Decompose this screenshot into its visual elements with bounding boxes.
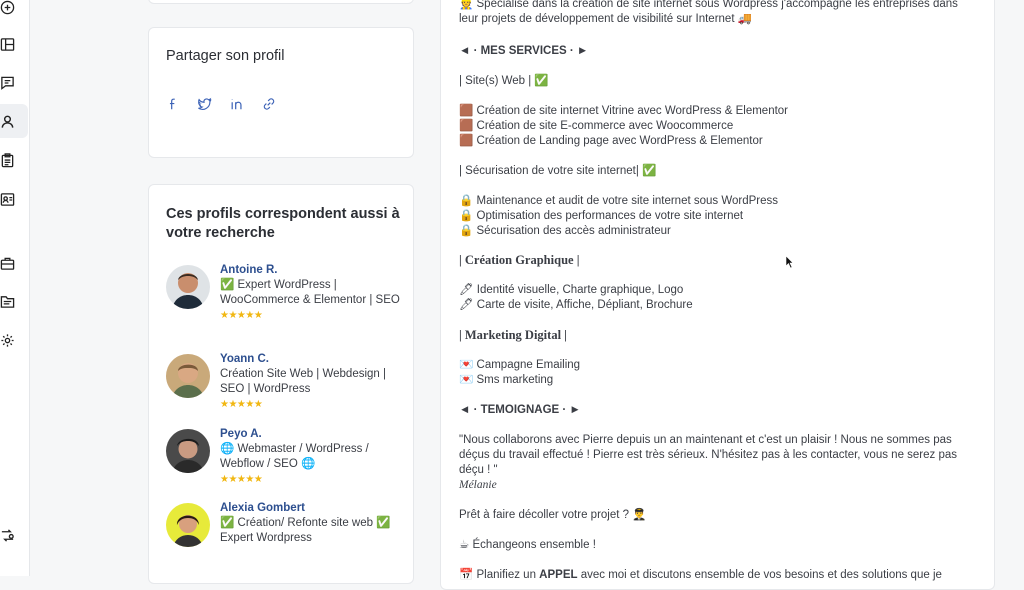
profile-headline: Création Site Web | Webdesign | SEO | Wo… <box>220 368 386 395</box>
mouse-cursor-icon <box>786 256 794 268</box>
link-icon[interactable] <box>262 94 294 114</box>
cta-prefix: 📅 Planifiez un <box>459 569 540 581</box>
avatar[interactable] <box>166 503 210 547</box>
profile-name[interactable]: Alexia Gombert <box>220 502 305 514</box>
layout-icon[interactable] <box>0 33 30 55</box>
profile-name[interactable]: Yoann C. <box>220 353 269 365</box>
sites-header: | Site(s) Web | ✅ <box>459 75 549 87</box>
cta-text: ☕ Échangeons ensemble ! <box>459 539 596 551</box>
list-item: 🔒 Maintenance et audit de votre site int… <box>459 195 779 207</box>
services-header: ◄ · MES SERVICES · ► <box>459 45 589 57</box>
similar-profiles-card: Ces profils correspondent aussi à votre … <box>148 184 414 584</box>
share-title: Partager son profil <box>166 48 285 64</box>
list-item: 🔒 Optimisation des performances de votre… <box>459 210 744 222</box>
switch-icon[interactable] <box>0 524 30 546</box>
share-profile-card: Partager son profil <box>148 27 414 158</box>
profile-card[interactable]: Alexia Gombert ✅ Création/ Refonte site … <box>166 502 411 572</box>
profile-name[interactable]: Peyo A. <box>220 428 262 440</box>
rating-stars: ★★★★★ <box>220 399 263 410</box>
testimony-header: ◄ · TEMOIGNAGE · ► <box>459 404 581 416</box>
list-item: 🔒 Sécurisation des accès administrateur <box>459 225 671 237</box>
add-circle-icon[interactable] <box>0 0 30 18</box>
profile-name[interactable]: Antoine R. <box>220 264 278 276</box>
security-header: | Sécurisation de votre site internet| ✅ <box>459 165 657 177</box>
left-sidebar <box>0 0 30 576</box>
facebook-icon[interactable] <box>166 94 198 114</box>
list-item: 🖊 Identité visuelle, Charte graphique, L… <box>459 284 684 296</box>
profile-card[interactable]: Yoann C. Création Site Web | Webdesign |… <box>166 353 411 423</box>
intro-text: 👷 Spécialisé dans la création de site in… <box>459 0 958 25</box>
profile-description-card: 👷 Spécialisé dans la création de site in… <box>440 0 995 590</box>
list-item: 🟫 Création de site internet Vitrine avec… <box>459 105 789 117</box>
clipboard-icon[interactable] <box>0 149 30 171</box>
list-item: 🟫 Création de Landing page avec WordPres… <box>459 135 763 147</box>
list-item: 🖊 Carte de visite, Affiche, Dépliant, Br… <box>459 299 693 311</box>
avatar[interactable] <box>166 265 210 309</box>
avatar[interactable] <box>166 354 210 398</box>
profile-description: ✅ Création/ Refonte site web ✅ Expert Wo… <box>220 516 405 546</box>
previous-card <box>148 0 414 4</box>
rating-stars: ★★★★★ <box>220 474 263 485</box>
avatar[interactable] <box>166 429 210 473</box>
profile-headline: ✅ Création/ Refonte site web ✅ Expert Wo… <box>220 517 391 544</box>
twitter-icon[interactable] <box>198 94 230 114</box>
profile-icon[interactable] <box>0 104 28 138</box>
linkedin-icon[interactable] <box>230 94 262 114</box>
testimony-author: Mélanie <box>459 479 497 491</box>
graphic-header: | Création Graphique | <box>459 253 580 267</box>
cta-bold: APPEL <box>539 569 578 581</box>
settings-icon[interactable] <box>0 329 30 351</box>
profile-card[interactable]: Peyo A. 🌐 Webmaster / WordPress / Webflo… <box>166 428 411 498</box>
list-item: 💌 Sms marketing <box>459 374 554 386</box>
chat-icon[interactable] <box>0 71 30 93</box>
profile-card[interactable]: Antoine R. ✅ Expert WordPress | WooComme… <box>166 264 411 334</box>
list-item: 🟫 Création de site E-commerce avec Wooco… <box>459 120 734 132</box>
similar-profiles-title: Ces profils correspondent aussi à votre … <box>166 206 400 241</box>
profile-description: 🌐 Webmaster / WordPress / Webflow / SEO … <box>220 442 405 487</box>
list-item: 💌 Campagne Emailing <box>459 359 581 371</box>
profile-description: Création Site Web | Webdesign | SEO | Wo… <box>220 367 405 412</box>
cta-text: Prêt à faire décoller votre projet ? 👨‍✈… <box>459 509 647 521</box>
profile-headline: ✅ Expert WordPress | WooCommerce & Eleme… <box>220 279 400 306</box>
testimony-text: "Nous collaborons avec Pierre depuis un … <box>459 434 958 476</box>
id-card-icon[interactable] <box>0 188 30 210</box>
profile-headline: 🌐 Webmaster / WordPress / Webflow / SEO … <box>220 443 369 470</box>
marketing-header: | Marketing Digital | <box>459 328 567 342</box>
cta-suffix: avec moi et discutons ensemble de vos be… <box>577 569 942 581</box>
briefcase-icon[interactable] <box>0 252 30 274</box>
share-icons <box>166 94 294 114</box>
rating-stars: ★★★★★ <box>220 310 263 321</box>
folder-icon[interactable] <box>0 290 30 312</box>
profile-description: ✅ Expert WordPress | WooCommerce & Eleme… <box>220 278 405 323</box>
